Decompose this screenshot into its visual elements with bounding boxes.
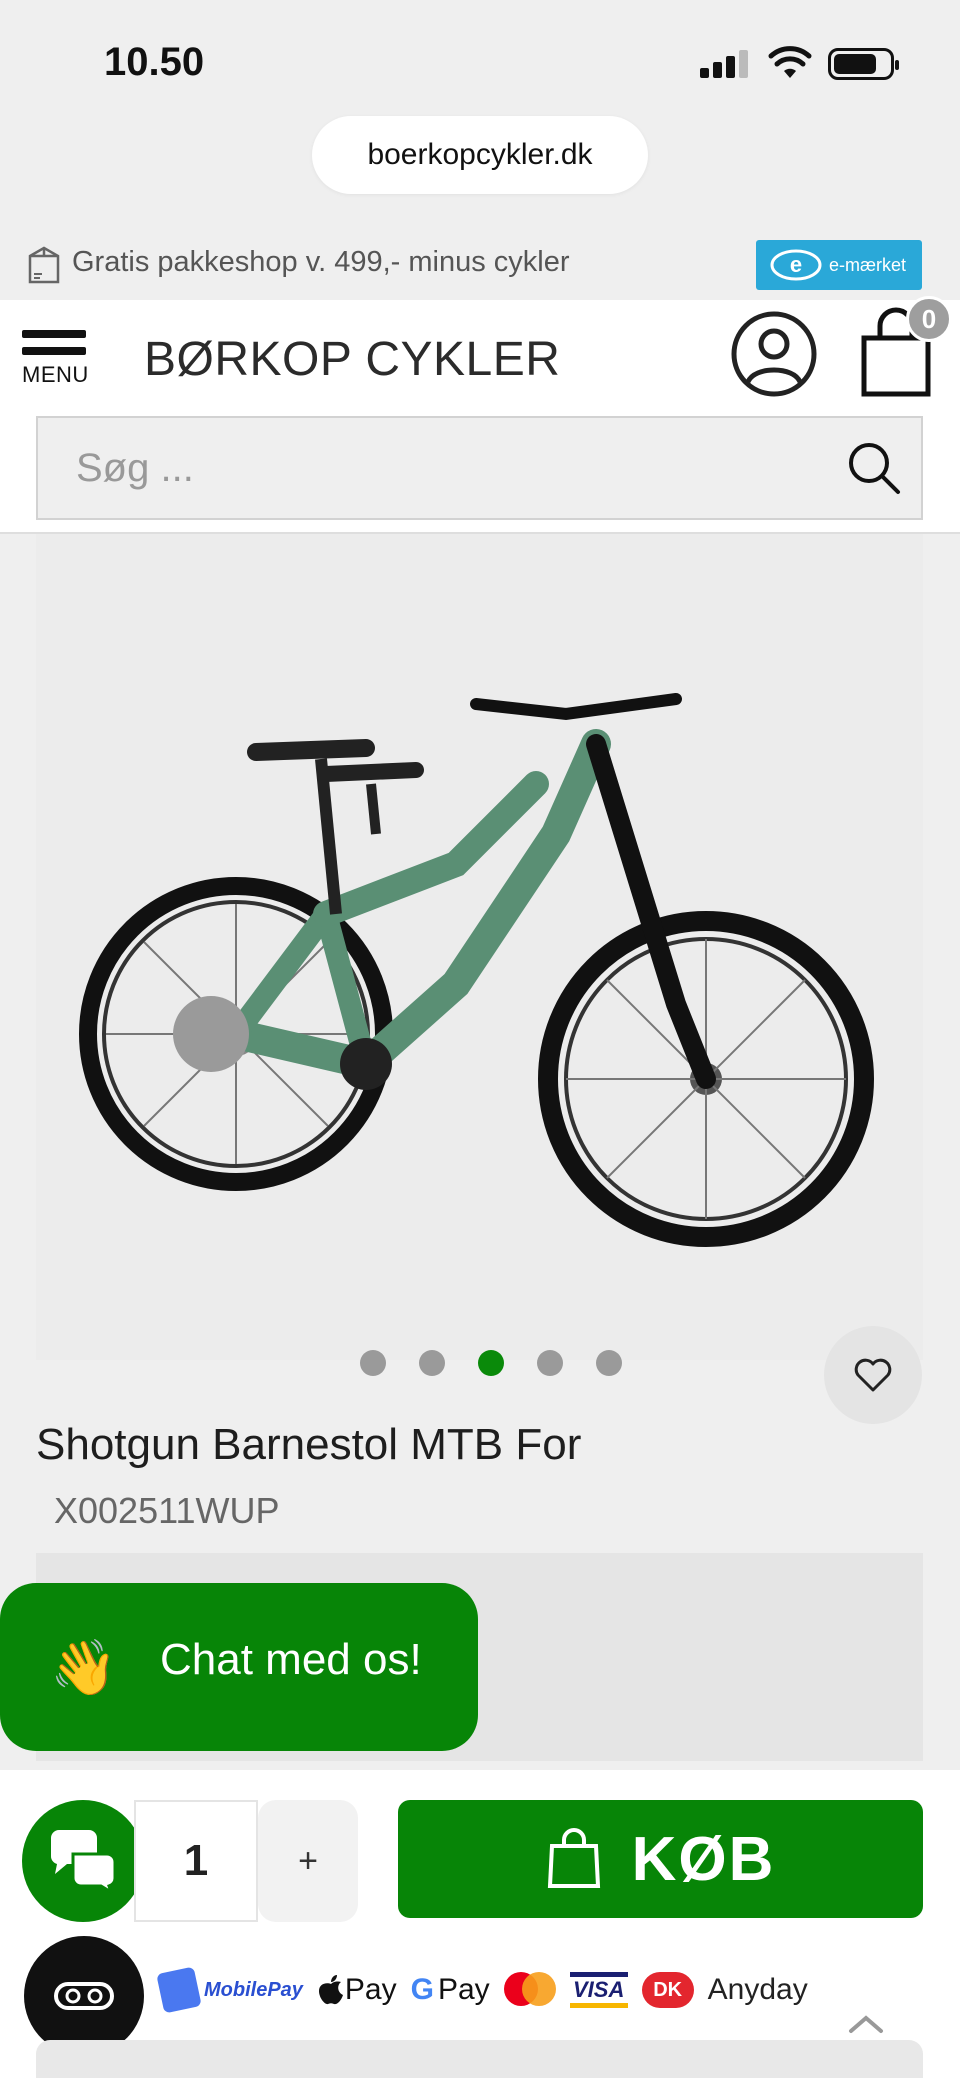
emark-label: e-mærket xyxy=(828,254,906,275)
heart-icon xyxy=(854,1358,892,1392)
mastercard-logo xyxy=(503,1972,556,2008)
bike-illustration xyxy=(79,693,874,1247)
anyday-logo: Anyday xyxy=(707,1973,808,2006)
wifi-icon xyxy=(768,46,812,78)
shopping-bag-icon xyxy=(547,1828,600,1888)
gallery-pagination xyxy=(360,1350,622,1378)
gallery-dot[interactable] xyxy=(360,1350,386,1376)
gallery-dot-active[interactable] xyxy=(478,1350,504,1376)
promo-strip: Gratis pakkeshop v. 499,- minus cykler e… xyxy=(0,232,960,300)
search-input[interactable] xyxy=(76,442,776,494)
apple-icon xyxy=(318,1975,343,2005)
site-logo[interactable]: BØRKOP CYKLER xyxy=(144,332,560,387)
search-box xyxy=(36,416,923,520)
cookie-consent-button[interactable] xyxy=(24,1936,144,2056)
search-section xyxy=(0,414,960,532)
gallery-dot[interactable] xyxy=(537,1350,563,1376)
emark-badge[interactable]: e e-mærket xyxy=(756,240,922,290)
visa-logo: VISA xyxy=(569,1972,628,2008)
buy-button[interactable]: KØB xyxy=(398,1800,923,1918)
battery-icon xyxy=(828,48,899,80)
status-bar: 10.50 xyxy=(0,0,960,110)
chevron-up-icon[interactable] xyxy=(848,2014,884,2034)
mobilepay-logo: MobilePay xyxy=(156,1966,303,2014)
gallery-dot[interactable] xyxy=(419,1350,445,1376)
chat-icon xyxy=(50,1830,117,1894)
chat-prompt-label: Chat med os! xyxy=(160,1635,422,1684)
site-header: MENU BØRKOP CYKLER xyxy=(0,300,960,414)
dankort-logo: DK xyxy=(641,1972,694,2008)
purchase-bar: 1 + KØB MobilePay Pay G Pay VISA DK Anyda… xyxy=(0,1770,960,2078)
product-sku: X002511WUP xyxy=(54,1490,280,1531)
promo-text: Gratis pakkeshop v. 499,- minus cykler xyxy=(72,246,570,278)
chat-button[interactable] xyxy=(22,1800,144,1922)
gallery-dot[interactable] xyxy=(596,1350,622,1376)
package-icon xyxy=(28,246,60,284)
account-icon[interactable] xyxy=(730,310,818,398)
menu-label: MENU xyxy=(22,362,89,387)
product-image[interactable] xyxy=(36,534,923,1360)
favorite-button[interactable] xyxy=(824,1326,922,1424)
signal-icon xyxy=(700,48,750,78)
menu-button[interactable]: MENU xyxy=(22,330,92,390)
applepay-logo: Pay xyxy=(317,1973,397,2007)
svg-text:e: e xyxy=(790,252,802,277)
chat-prompt-bubble[interactable]: 👋 Chat med os! xyxy=(0,1583,478,1751)
googlepay-logo: G Pay xyxy=(410,1973,490,2006)
emark-eye-icon: e xyxy=(770,249,822,281)
cart-count-badge: 0 xyxy=(906,296,952,342)
product-title: Shotgun Barnestol MTB For xyxy=(36,1420,582,1469)
quantity-field[interactable]: 1 xyxy=(134,1800,258,1922)
status-time: 10.50 xyxy=(104,40,205,84)
search-icon[interactable] xyxy=(844,438,904,498)
buy-button-label: KØB xyxy=(631,1824,776,1894)
wave-emoji: 👋 xyxy=(50,1638,118,1698)
payment-methods: MobilePay Pay G Pay VISA DK Anyday xyxy=(156,1960,808,2020)
bottom-sheet-handle xyxy=(36,2040,923,2078)
cookie-icon xyxy=(54,1982,114,2010)
address-bar[interactable]: boerkopcykler.dk xyxy=(312,116,648,194)
quantity-increase-button[interactable]: + xyxy=(258,1800,358,1922)
hamburger-icon xyxy=(22,330,86,338)
